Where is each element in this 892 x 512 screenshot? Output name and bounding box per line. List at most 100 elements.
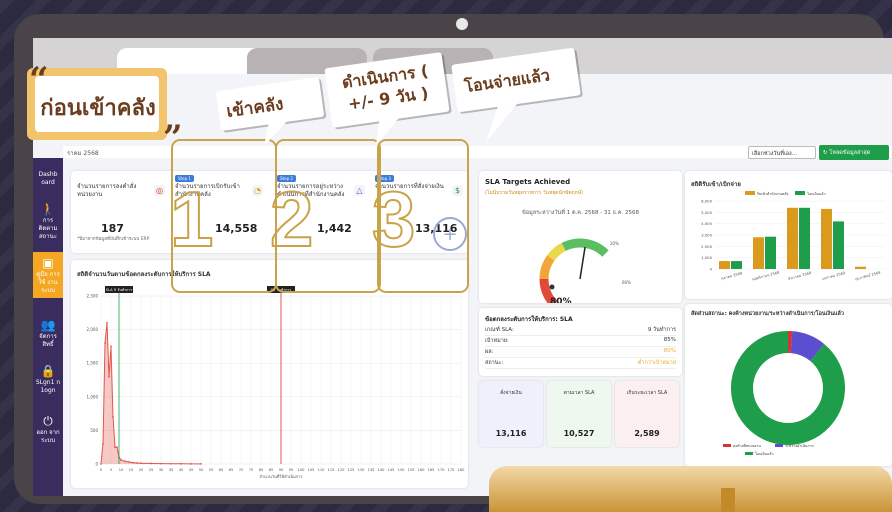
legend-swatch <box>745 452 753 455</box>
x-tick-label: 10 <box>119 468 124 472</box>
x-tick-label: 25 <box>149 468 154 472</box>
x-tick-label: 140 <box>378 468 386 472</box>
camera-icon <box>456 18 468 30</box>
x-tick-label: 160 <box>418 468 426 472</box>
sidebar-item-label: SLgn1 n 1ogn <box>35 379 61 395</box>
mini-label: เกินระยะเวลา SLA <box>626 390 668 396</box>
y-tick-label: 5,000 <box>701 210 712 215</box>
sla-row-label: เกณฑ์ SLA: <box>485 327 514 333</box>
x-tick-label: 120 <box>338 468 346 472</box>
mini-label: สั่งจ่ายเงิน <box>500 390 522 396</box>
sidebar-item-label: การ ติดตาม สถานะ <box>38 217 58 241</box>
x-tick-label: 90 <box>279 468 284 472</box>
sidebar-item-0[interactable]: Dashb oard <box>33 168 63 190</box>
x-tick-label: 20 <box>139 468 144 472</box>
data-point <box>128 461 130 463</box>
bar-chart-svg: รับเข้าสำนักงานคลัง โอนเงินแล้ว 0 1,000 2,00… <box>701 191 885 282</box>
data-point <box>102 442 104 445</box>
sla-mini-card: สั่งจ่ายเงิน 13,116 <box>479 381 543 447</box>
x-tick-label: 135 <box>368 468 375 472</box>
x-tick-label: 0 <box>100 468 103 472</box>
y-tick-label: 3,000 <box>701 233 712 238</box>
legend-label: โอนเงินแล้ว <box>807 191 826 196</box>
gauge-arc <box>547 242 566 261</box>
data-point <box>106 321 108 324</box>
y-tick-label: 1,500 <box>87 361 99 366</box>
x-tick-label: 55 <box>209 468 214 472</box>
x-axis-label: จำนวนวันที่ใช้ดำเนินการ <box>259 474 303 479</box>
stat-title: จำนวนรายการที่สั่งจ่ายเงิน <box>375 183 444 190</box>
x-tick-label: 145 <box>388 468 395 472</box>
stat-icon: ◎ <box>154 185 165 196</box>
stat-icon: $ <box>452 185 463 196</box>
lock-icon: 🔒 <box>40 364 56 378</box>
power-icon: ⏻ <box>43 414 53 428</box>
x-tick-label: ธันวาคม 2568 <box>788 271 813 281</box>
x-tick-label: 35 <box>169 468 174 472</box>
stat-icon: △ <box>354 185 365 196</box>
sla-days-chart: สถิติจำนวนวันตามข้อตกลงระดับการให้บริการ… <box>71 260 468 488</box>
y-tick-label: 1,000 <box>87 394 99 399</box>
stat-value: 14,558 <box>215 222 258 235</box>
stat-value: 13,116 <box>415 222 458 235</box>
x-tick-label: 85 <box>269 468 274 472</box>
sidebar-item-label: Dashb oard <box>38 171 58 187</box>
x-tick-label: มกราคม 2569 <box>822 271 846 281</box>
sla-row-label: ผล: <box>485 349 494 355</box>
sidebar-item-2[interactable]: ▣ คู่มือ การใช้ งาน ระบบ <box>33 252 63 299</box>
sidebar-item-label: คู่มือ การใช้ งาน ระบบ <box>36 271 60 295</box>
x-tick-label: 60 <box>219 468 224 472</box>
sidebar-item-4[interactable]: 🔒 SLgn1 n 1ogn <box>33 360 63 398</box>
status-donut-chart: สัดส่วนสถานะ: คงค้างหน่วยงาน/ระหว่างดำเน… <box>685 304 892 466</box>
x-tick-label: 75 <box>249 468 254 472</box>
date-select[interactable]: เลือกช่วงวันที่เอง... <box>748 146 816 159</box>
data-point <box>160 462 162 465</box>
sla-detail-row: เป้าหมาย: 85% <box>485 337 676 347</box>
data-point <box>124 460 126 463</box>
legend-swatch <box>745 191 755 195</box>
x-tick-label: 165 <box>428 468 435 472</box>
step-badge: Step 2 <box>277 175 296 182</box>
sidebar-item-1[interactable]: 🚶 การ ติดตาม สถานะ <box>33 198 63 244</box>
x-tick-label: 125 <box>348 468 355 472</box>
gauge-value: 80% <box>550 297 572 303</box>
sla-row-value: 85% <box>663 337 676 343</box>
data-point <box>116 446 118 449</box>
legend-label: โอนเงินแล้ว <box>755 451 774 456</box>
y-tick-label: 2,000 <box>701 244 712 249</box>
x-tick-label: 130 <box>358 468 366 472</box>
light-glow <box>489 466 892 512</box>
refresh-button[interactable]: ↻ โหลดข้อมูลล่าสุด <box>819 145 889 160</box>
y-tick-label: 4,000 <box>701 221 712 226</box>
y-tick-label: 0 <box>710 267 713 272</box>
sla-detail-card: ข้อตกลงระดับการให้บริการ: SLA เกณฑ์ SLA:… <box>479 308 682 376</box>
sidebar-item-3[interactable]: 👥 จัดการ สิทธิ์ <box>33 314 63 352</box>
mini-value: 10,527 <box>563 429 595 438</box>
legend-swatch <box>775 444 783 447</box>
x-tick-label: 100 <box>298 468 306 472</box>
sidebar-item-5[interactable]: ⏻ ออก จาก ระบบ <box>33 410 63 448</box>
sla-mini-card: เกินระยะเวลา SLA 2,589 <box>615 381 679 447</box>
x-tick-label: 50 <box>199 468 204 472</box>
x-tick-label: 15 <box>129 468 134 472</box>
data-point <box>108 375 110 378</box>
stat-icon: ◔ <box>252 185 263 196</box>
legend-swatch <box>795 191 805 195</box>
sla-detail-title: ข้อตกลงระดับการให้บริการ: SLA <box>485 316 573 323</box>
data-point <box>140 462 142 465</box>
sla-row-label: เป้าหมาย: <box>485 338 509 344</box>
x-tick-label: 115 <box>328 468 335 472</box>
stat-title: จำนวนรายการลงคำสั่งหน่วยงาน <box>77 183 137 199</box>
data-point <box>110 345 112 348</box>
sla-gauge-card: SLA Targets Achieved (ไม่นับรวมวันหยุดรา… <box>479 171 682 303</box>
manual-icon: ▣ <box>42 256 54 270</box>
mini-value: 13,116 <box>495 429 527 438</box>
legend-label: คงค้างที่หน่วยงาน <box>733 443 761 448</box>
limit-marker-label: 90 วันทำการ <box>271 288 292 292</box>
stat-note: *ปีมาจากข้อมูลที่บันทึกเข้าระบบ ERP <box>77 237 150 242</box>
step-badge: Step 3 <box>375 175 394 182</box>
x-tick-label: 155 <box>408 468 415 472</box>
legend-label: ระหว่างดำเนินการ <box>785 444 814 448</box>
data-point <box>180 462 182 465</box>
data-point <box>120 459 122 461</box>
